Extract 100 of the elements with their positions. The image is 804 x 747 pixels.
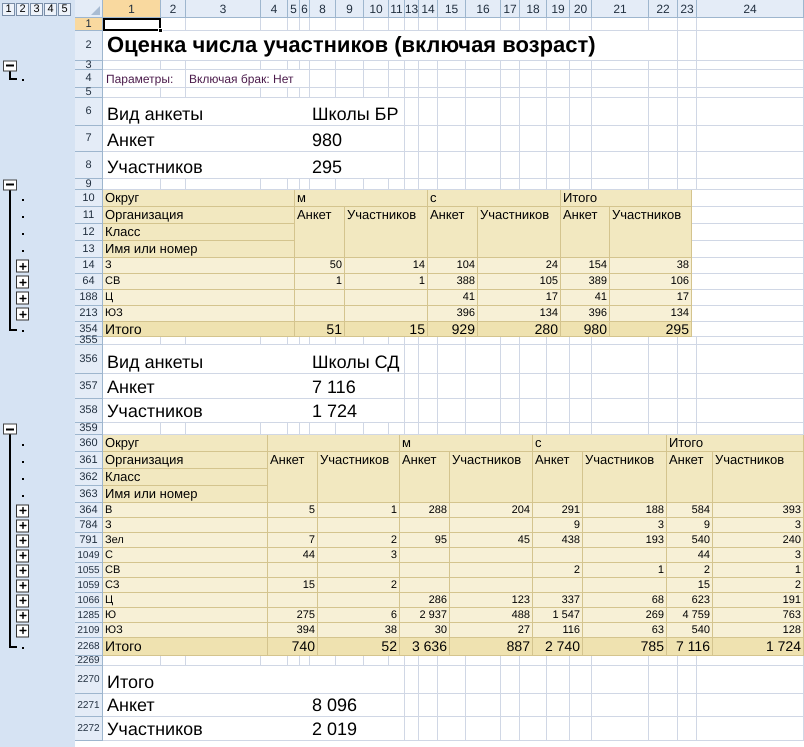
spreadsheet-cell[interactable]: [438, 337, 466, 345]
row-header[interactable]: 8: [75, 152, 103, 179]
spreadsheet-cell[interactable]: [547, 399, 570, 423]
spreadsheet-cell[interactable]: [310, 88, 336, 98]
spreadsheet-cell[interactable]: [261, 656, 288, 666]
collapse-button[interactable]: [3, 424, 17, 434]
spreadsheet-cell[interactable]: [466, 98, 501, 126]
spreadsheet-cell[interactable]: [438, 152, 466, 179]
spreadsheet-cell[interactable]: [336, 70, 364, 88]
row-header[interactable]: 14: [75, 258, 103, 274]
spreadsheet-cell[interactable]: [649, 152, 678, 179]
spreadsheet-cell[interactable]: [438, 374, 466, 399]
row-header[interactable]: 1285: [75, 608, 103, 623]
row-header[interactable]: 12: [75, 224, 103, 241]
spreadsheet-cell[interactable]: [570, 18, 592, 31]
column-header[interactable]: 22: [649, 0, 678, 18]
spreadsheet-cell[interactable]: [697, 98, 804, 126]
spreadsheet-cell[interactable]: [438, 98, 466, 126]
spreadsheet-cell[interactable]: [466, 70, 501, 88]
spreadsheet-cell[interactable]: [300, 337, 310, 345]
select-all-corner[interactable]: [75, 0, 103, 18]
expand-button[interactable]: [16, 504, 29, 517]
spreadsheet-cell[interactable]: [547, 694, 570, 717]
row-header[interactable]: 2268: [75, 638, 103, 656]
spreadsheet-cell[interactable]: [570, 88, 592, 98]
spreadsheet-cell[interactable]: [405, 88, 419, 98]
spreadsheet-cell[interactable]: [261, 88, 288, 98]
spreadsheet-cell[interactable]: [649, 337, 678, 345]
spreadsheet-cell[interactable]: [438, 717, 466, 741]
spreadsheet-cell[interactable]: [438, 18, 466, 31]
row-header[interactable]: 362: [75, 469, 103, 486]
spreadsheet-cell[interactable]: [161, 88, 186, 98]
spreadsheet-cell[interactable]: [570, 656, 592, 666]
spreadsheet-cell[interactable]: [678, 374, 697, 399]
spreadsheet-cell[interactable]: [438, 70, 466, 88]
spreadsheet-cell[interactable]: [678, 656, 697, 666]
column-header[interactable]: 16: [466, 0, 501, 18]
spreadsheet-cell[interactable]: [419, 88, 438, 98]
spreadsheet-cell[interactable]: [364, 656, 389, 666]
spreadsheet-cell[interactable]: [692, 274, 804, 290]
spreadsheet-cell[interactable]: [186, 61, 261, 70]
row-header[interactable]: 9: [75, 179, 103, 190]
spreadsheet-cell[interactable]: [438, 61, 466, 70]
column-header[interactable]: 24: [697, 0, 804, 18]
spreadsheet-cell[interactable]: [547, 717, 570, 741]
spreadsheet-cell[interactable]: [405, 98, 419, 126]
spreadsheet-cell[interactable]: [419, 126, 438, 152]
column-header[interactable]: 23: [678, 0, 697, 18]
spreadsheet-cell[interactable]: [405, 18, 419, 31]
spreadsheet-cell[interactable]: [405, 61, 419, 70]
column-header[interactable]: 19: [547, 0, 570, 18]
row-header[interactable]: 1059: [75, 578, 103, 593]
spreadsheet-cell[interactable]: [592, 399, 649, 423]
spreadsheet-cell[interactable]: [405, 70, 419, 88]
spreadsheet-cell[interactable]: [405, 345, 419, 374]
spreadsheet-cell[interactable]: [697, 337, 804, 345]
spreadsheet-cell[interactable]: [501, 656, 520, 666]
column-header[interactable]: 18: [520, 0, 547, 18]
spreadsheet-cell[interactable]: [678, 345, 697, 374]
spreadsheet-cell[interactable]: [649, 399, 678, 423]
spreadsheet-cell[interactable]: [570, 694, 592, 717]
spreadsheet-cell[interactable]: [466, 126, 501, 152]
spreadsheet-cell[interactable]: [419, 61, 438, 70]
row-header[interactable]: 1055: [75, 563, 103, 578]
spreadsheet-cell[interactable]: [678, 61, 697, 70]
spreadsheet-cell[interactable]: [389, 18, 405, 31]
spreadsheet-cell[interactable]: [419, 345, 438, 374]
column-header[interactable]: 15: [438, 0, 466, 18]
spreadsheet-cell[interactable]: [300, 88, 310, 98]
row-header[interactable]: 188: [75, 290, 103, 306]
spreadsheet-cell[interactable]: [649, 717, 678, 741]
spreadsheet-cell[interactable]: [547, 88, 570, 98]
spreadsheet-cell[interactable]: [405, 694, 419, 717]
expand-button[interactable]: [16, 534, 29, 547]
column-header[interactable]: 2: [161, 0, 186, 18]
column-header[interactable]: 14: [419, 0, 438, 18]
expand-button[interactable]: [16, 624, 29, 637]
row-header[interactable]: 4: [75, 70, 103, 88]
spreadsheet-cell[interactable]: [678, 666, 697, 694]
spreadsheet-cell[interactable]: [692, 290, 804, 306]
spreadsheet-cell[interactable]: [419, 337, 438, 345]
spreadsheet-cell[interactable]: [649, 694, 678, 717]
spreadsheet-cell[interactable]: [570, 152, 592, 179]
spreadsheet-cell[interactable]: [466, 694, 501, 717]
spreadsheet-cell[interactable]: [161, 61, 186, 70]
spreadsheet-cell[interactable]: [186, 656, 261, 666]
spreadsheet-cell[interactable]: [692, 306, 804, 322]
spreadsheet-cell[interactable]: [678, 18, 697, 31]
spreadsheet-cell[interactable]: [547, 337, 570, 345]
row-header[interactable]: 2109: [75, 623, 103, 638]
spreadsheet-cell[interactable]: [678, 152, 697, 179]
spreadsheet-cell[interactable]: [288, 18, 300, 31]
fill-handle[interactable]: [158, 28, 163, 33]
spreadsheet-cell[interactable]: [570, 666, 592, 694]
spreadsheet-cell[interactable]: [336, 337, 364, 345]
spreadsheet-cell[interactable]: [405, 374, 419, 399]
spreadsheet-cell[interactable]: [288, 61, 300, 70]
spreadsheet-cell[interactable]: [592, 61, 649, 70]
spreadsheet-cell[interactable]: [520, 374, 547, 399]
row-header[interactable]: 7: [75, 126, 103, 152]
